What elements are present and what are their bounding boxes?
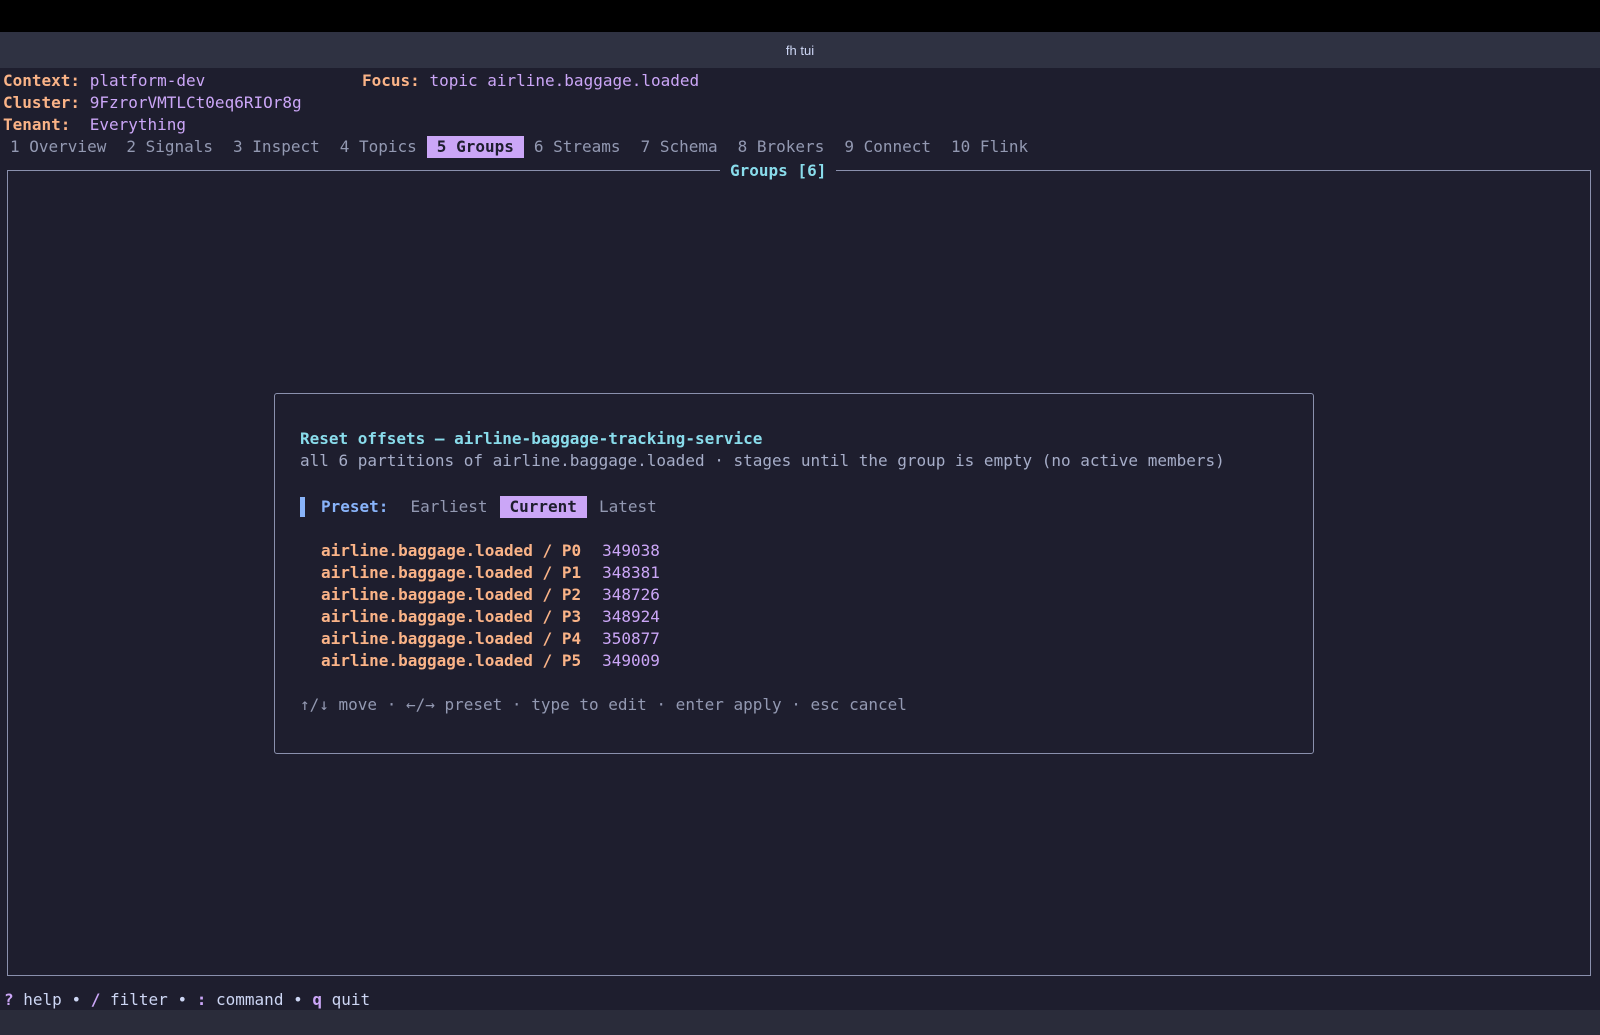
- context-line: Context: platform-dev: [3, 70, 205, 92]
- tab-signals[interactable]: 2 Signals: [116, 136, 223, 158]
- preset-label: Preset:: [321, 497, 389, 516]
- tab-schema[interactable]: 7 Schema: [631, 136, 728, 158]
- quit-label: quit: [331, 990, 371, 1009]
- help-key: ?: [4, 990, 14, 1009]
- preset-selector: Preset: Earliest Current Latest: [300, 496, 669, 518]
- tab-topics[interactable]: 4 Topics: [330, 136, 427, 158]
- partition-offset[interactable]: 349038: [602, 541, 660, 560]
- tab-brokers[interactable]: 8 Brokers: [728, 136, 835, 158]
- tab-bar: 1 Overview 2 Signals 3 Inspect 4 Topics …: [0, 136, 1038, 158]
- partition-name: airline.baggage.loaded / P4: [321, 629, 582, 648]
- help-label: help: [23, 990, 62, 1009]
- partition-offset[interactable]: 348726: [602, 585, 660, 604]
- tab-groups[interactable]: 5 Groups: [426, 136, 524, 158]
- tenant-label: Tenant:: [3, 115, 71, 134]
- tenant-value: Everything: [89, 115, 187, 134]
- tab-flink[interactable]: 10 Flink: [941, 136, 1038, 158]
- command-label: command: [216, 990, 284, 1009]
- focus-indicator: [300, 497, 305, 517]
- separator: •: [293, 990, 303, 1009]
- filter-label: filter: [110, 990, 168, 1009]
- tab-inspect[interactable]: 3 Inspect: [223, 136, 330, 158]
- tab-connect[interactable]: 9 Connect: [834, 136, 941, 158]
- partition-row[interactable]: airline.baggage.loaded / P0 349038: [321, 540, 660, 562]
- partition-row[interactable]: airline.baggage.loaded / P5 349009: [321, 650, 660, 672]
- partition-row[interactable]: airline.baggage.loaded / P1 348381: [321, 562, 660, 584]
- cluster-value: 9FzrorVMTLCt0eq6RIOr8g: [89, 93, 302, 112]
- partition-name: airline.baggage.loaded / P2: [321, 585, 582, 604]
- command-key: :: [196, 990, 207, 1009]
- cluster-line: Cluster: 9FzrorVMTLCt0eq6RIOr8g: [3, 92, 302, 114]
- partition-name: airline.baggage.loaded / P3: [321, 607, 582, 626]
- partition-row[interactable]: airline.baggage.loaded / P4 350877: [321, 628, 660, 650]
- partition-row[interactable]: airline.baggage.loaded / P2 348726: [321, 584, 660, 606]
- focus-label: Focus:: [362, 71, 420, 90]
- preset-current[interactable]: Current: [499, 496, 587, 518]
- cluster-label: Cluster:: [3, 93, 81, 112]
- partition-offset[interactable]: 348924: [602, 607, 660, 626]
- preset-earliest[interactable]: Earliest: [400, 496, 497, 518]
- focus-line: Focus: topic airline.baggage.loaded: [362, 70, 699, 92]
- status-bar: ? help • / filter • : command • q quit: [4, 989, 370, 1011]
- partition-row[interactable]: airline.baggage.loaded / P3 348924: [321, 606, 660, 628]
- window-bottom-strip: [0, 1010, 1600, 1035]
- dialog-subtitle: all 6 partitions of airline.baggage.load…: [300, 451, 1225, 470]
- partition-offset[interactable]: 349009: [602, 651, 660, 670]
- context-value: platform-dev: [89, 71, 206, 90]
- window-title: fh tui: [785, 42, 815, 58]
- filter-key: /: [90, 990, 101, 1009]
- separator: •: [177, 990, 188, 1009]
- partition-name: airline.baggage.loaded / P5: [321, 651, 582, 670]
- partition-name: airline.baggage.loaded / P1: [321, 563, 582, 582]
- pane-title: Groups [6]: [720, 160, 837, 182]
- partition-name: airline.baggage.loaded / P0: [321, 541, 582, 560]
- tab-overview[interactable]: 1 Overview: [0, 136, 116, 158]
- separator: •: [71, 990, 82, 1009]
- window-titlebar: fh tui: [0, 32, 1600, 68]
- quit-key: q: [312, 990, 323, 1009]
- dialog-title: Reset offsets — airline-baggage-tracking…: [300, 429, 763, 448]
- tenant-line: Tenant: Everything: [3, 114, 186, 136]
- partition-offset[interactable]: 350877: [602, 629, 660, 648]
- partition-offset[interactable]: 348381: [602, 563, 660, 582]
- context-label: Context:: [3, 71, 81, 90]
- dialog-hint: ↑/↓ move · ←/→ preset · type to edit · e…: [300, 695, 907, 714]
- focus-value: topic airline.baggage.loaded: [429, 71, 700, 90]
- preset-latest[interactable]: Latest: [589, 496, 667, 518]
- tab-streams[interactable]: 6 Streams: [524, 136, 631, 158]
